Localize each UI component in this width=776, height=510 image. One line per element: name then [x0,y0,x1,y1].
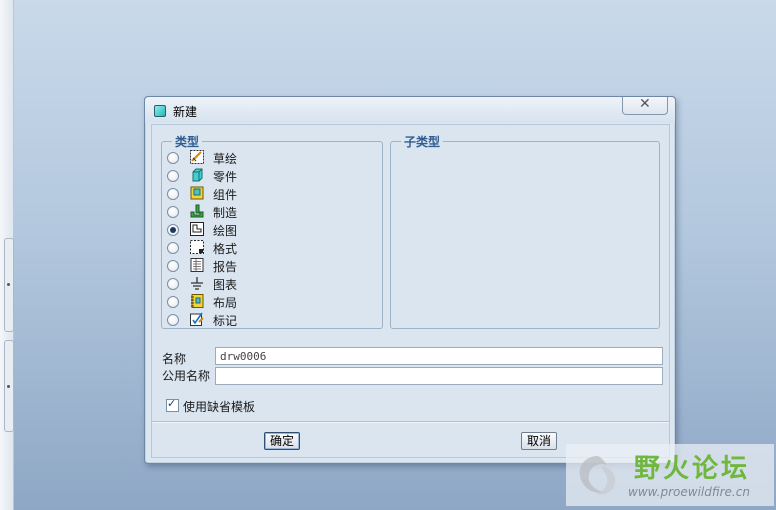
subtype-group-label: 子类型 [401,133,444,150]
type-option-format[interactable]: 格式 [167,239,367,256]
left-panel-tab-upper[interactable] [4,238,14,332]
type-option-report[interactable]: 报告 [167,257,367,274]
radio-format[interactable] [167,242,179,254]
use-default-template-label: 使用缺省模板 [183,400,256,414]
format-icon [190,240,204,254]
part-icon [192,168,203,182]
radio-manufacturing[interactable] [167,206,179,218]
type-label: 格式 [213,242,238,256]
type-option-markup[interactable]: 标记 [167,311,367,328]
close-button[interactable]: ✕ [622,96,668,115]
type-label: 标记 [213,314,238,328]
type-option-layout[interactable]: 布局 [167,293,367,310]
type-option-manufacturing[interactable]: 制造 [167,203,367,220]
type-option-drawing[interactable]: 绘图 [167,221,367,238]
type-label: 图表 [213,278,238,292]
radio-part[interactable] [167,170,179,182]
app-icon [154,105,166,117]
radio-sketch[interactable] [167,152,179,164]
close-icon: ✕ [639,96,651,112]
type-option-part[interactable]: 零件 [167,167,367,184]
common-name-label: 公用名称 [162,369,211,383]
diagram-icon [191,277,203,290]
dialog-body: 类型 草绘 零件 组件 制造 绘图 格式 报告 图表 布局 标记 子类型 名称 … [151,124,670,458]
type-label: 布局 [213,296,238,310]
type-option-assembly[interactable]: 组件 [167,185,367,202]
ok-button[interactable]: 确定 [264,432,300,450]
radio-assembly[interactable] [167,188,179,200]
radio-layout[interactable] [167,296,179,308]
report-icon [190,258,204,272]
type-label: 组件 [213,188,238,202]
layout-icon [191,294,204,308]
sketch-icon [190,150,204,164]
drawing-icon [190,222,204,236]
use-default-template-checkbox[interactable]: ✓ [166,397,179,412]
dialog-title: 新建 [173,105,198,119]
dialog-titlebar[interactable]: 新建 ✕ [145,96,675,123]
watermark-url: www.proewildfire.cn [628,485,750,499]
name-input[interactable] [215,347,663,365]
manufacturing-icon [190,204,204,218]
cancel-button[interactable]: 取消 [521,432,557,450]
radio-markup[interactable] [167,314,179,326]
type-label: 制造 [213,206,238,220]
type-option-sketch[interactable]: 草绘 [167,149,367,166]
flame-logo-icon [579,456,616,495]
watermark-title: 野火论坛 [634,454,751,484]
radio-drawing[interactable] [167,224,179,236]
type-label: 草绘 [213,152,238,166]
markup-icon [190,312,204,326]
left-panel-tab-lower[interactable] [4,340,14,432]
name-label: 名称 [162,352,187,366]
assembly-icon [190,186,204,200]
subtype-group: 子类型 [390,133,660,329]
common-name-input[interactable] [215,367,663,385]
type-option-diagram[interactable]: 图表 [167,275,367,292]
type-label: 绘图 [213,224,238,238]
radio-report[interactable] [167,260,179,272]
forum-watermark: 野火论坛 www.proewildfire.cn [566,444,774,506]
type-label: 零件 [213,170,238,184]
type-label: 报告 [213,260,238,274]
type-group: 类型 草绘 零件 组件 制造 绘图 格式 报告 图表 布局 标记 [161,133,383,329]
new-file-dialog: 新建 ✕ 类型 草绘 零件 组件 制造 绘图 格式 报告 图表 布局 标记 子类… [144,96,676,464]
button-separator [152,421,669,423]
checkmark-icon: ✓ [167,397,177,410]
type-group-label: 类型 [172,133,203,150]
radio-diagram[interactable] [167,278,179,290]
